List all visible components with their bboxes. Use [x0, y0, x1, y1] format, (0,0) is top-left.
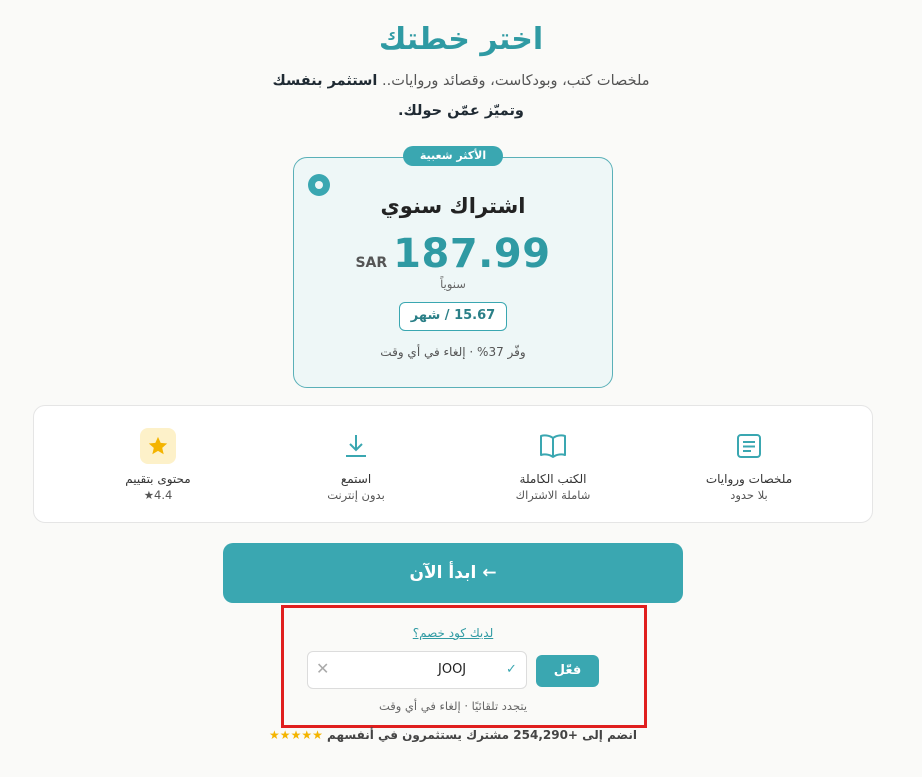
- feature-title: محتوى بتقييم: [125, 472, 191, 486]
- subtitle-line2: وتميّز عمّن حولك.: [398, 103, 524, 119]
- feature-sub: ★4.4: [143, 488, 173, 502]
- renew-note: يتجدد تلقائيًا · إلغاء في أي وقت: [378, 699, 528, 713]
- price-currency: SAR: [355, 255, 388, 271]
- download-icon: [338, 428, 374, 464]
- feature-title: ملخصات وروايات: [705, 472, 793, 486]
- book-icon: [535, 428, 571, 464]
- price-amount: 187.99: [393, 231, 551, 277]
- social-proof: انضم إلى +254,290 مشترك يستثمرون في أنفس…: [200, 728, 706, 742]
- feature-title: الكتب الكاملة: [519, 472, 587, 486]
- page-title: اختر خطتك: [378, 22, 544, 57]
- feature-sub: بلا حدود: [730, 488, 768, 502]
- start-now-button[interactable]: ابدأ الآن ←: [223, 543, 683, 603]
- popular-badge: الأكثر شعبية: [403, 146, 503, 166]
- feature-sub: بدون إنترنت: [327, 488, 385, 502]
- feature-full-books: الكتب الكاملة شاملة الاشتراك: [473, 428, 633, 502]
- features-panel: ملخصات وروايات بلا حدود الكتب الكاملة شا…: [33, 405, 873, 523]
- plan-radio[interactable]: [308, 174, 330, 196]
- promo-code-value: JOOJ: [438, 662, 467, 677]
- rating-stars: ★★★★★: [269, 728, 324, 742]
- plan-name: اشتراك سنوي: [380, 194, 526, 218]
- close-icon[interactable]: ✕: [316, 659, 329, 678]
- star-icon: [140, 428, 176, 464]
- social-text: انضم إلى +254,290 مشترك يستثمرون في أنفس…: [327, 728, 637, 742]
- price-row: SAR 187.99: [293, 231, 613, 277]
- page-subtitle: ملخصات كتب، وبودكاست، وقصائد وروايات.. ا…: [0, 66, 922, 126]
- document-icon: [731, 428, 767, 464]
- monthly-price: 15.67 / شهر: [399, 302, 507, 331]
- price-period: سنوياً: [440, 277, 466, 291]
- promo-code-link[interactable]: لديك كود خصم؟: [293, 626, 613, 640]
- savings-note: وفّر 37% · إلغاء في أي وقت: [380, 345, 526, 359]
- subtitle-prefix: ملخصات كتب، وبودكاست، وقصائد وروايات..: [382, 73, 650, 89]
- feature-title: استمع: [340, 472, 372, 486]
- promo-code-input[interactable]: ✕ JOOJ ✓: [307, 651, 527, 689]
- feature-summaries: ملخصات وروايات بلا حدود: [669, 428, 829, 502]
- feature-sub: شاملة الاشتراك: [515, 488, 591, 502]
- check-icon: ✓: [506, 662, 517, 677]
- feature-rating: محتوى بتقييم ★4.4: [78, 428, 238, 502]
- apply-button[interactable]: فعّل: [536, 655, 599, 687]
- feature-offline: استمع بدون إنترنت: [276, 428, 436, 502]
- subtitle-bold: استثمر بنفسك: [272, 73, 378, 89]
